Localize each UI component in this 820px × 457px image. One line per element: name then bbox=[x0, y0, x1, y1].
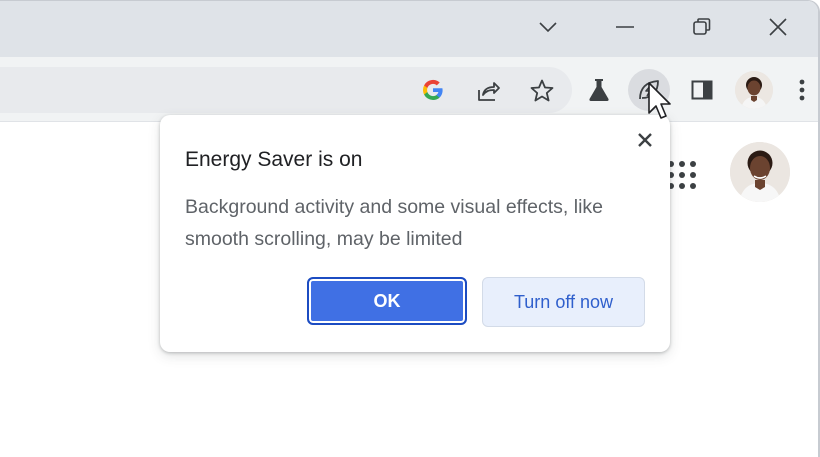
profile-avatar[interactable] bbox=[735, 71, 773, 109]
close-icon bbox=[638, 133, 652, 147]
turn-off-now-button[interactable]: Turn off now bbox=[482, 277, 645, 327]
side-panel-icon bbox=[691, 80, 713, 100]
browser-window: Energy Saver is on Background activity a… bbox=[0, 0, 820, 457]
chevron-down-icon bbox=[539, 22, 557, 33]
avatar-icon bbox=[735, 71, 773, 109]
energy-saver-dialog: Energy Saver is on Background activity a… bbox=[160, 115, 670, 352]
dialog-title: Energy Saver is on bbox=[185, 148, 363, 171]
bookmark-star-button[interactable] bbox=[528, 77, 556, 105]
labs-flask-icon bbox=[589, 79, 609, 101]
close-icon bbox=[769, 18, 787, 36]
google-lens-button[interactable] bbox=[420, 77, 446, 103]
labs-button[interactable] bbox=[585, 76, 613, 104]
toolbar bbox=[0, 57, 818, 122]
minimize-button[interactable] bbox=[607, 11, 643, 43]
ok-button[interactable]: OK bbox=[307, 277, 467, 325]
restore-button[interactable] bbox=[684, 11, 720, 43]
page-avatar[interactable] bbox=[730, 142, 790, 202]
dialog-close-button[interactable] bbox=[632, 127, 658, 153]
dialog-body: Background activity and some visual effe… bbox=[185, 196, 604, 250]
google-apps-icon[interactable] bbox=[668, 161, 696, 189]
avatar-icon bbox=[730, 142, 790, 202]
mouse-cursor-icon bbox=[648, 82, 671, 119]
more-menu-icon bbox=[799, 79, 805, 101]
restore-icon bbox=[693, 18, 711, 35]
share-icon bbox=[478, 82, 500, 101]
title-bar bbox=[0, 1, 818, 57]
side-panel-button[interactable] bbox=[688, 76, 716, 104]
share-button[interactable] bbox=[474, 77, 502, 105]
more-menu-button[interactable] bbox=[792, 76, 812, 104]
close-window-button[interactable] bbox=[760, 11, 796, 43]
star-icon bbox=[530, 79, 554, 102]
google-icon bbox=[422, 79, 443, 101]
minimize-icon bbox=[616, 26, 634, 28]
tab-search-button[interactable] bbox=[530, 11, 566, 43]
